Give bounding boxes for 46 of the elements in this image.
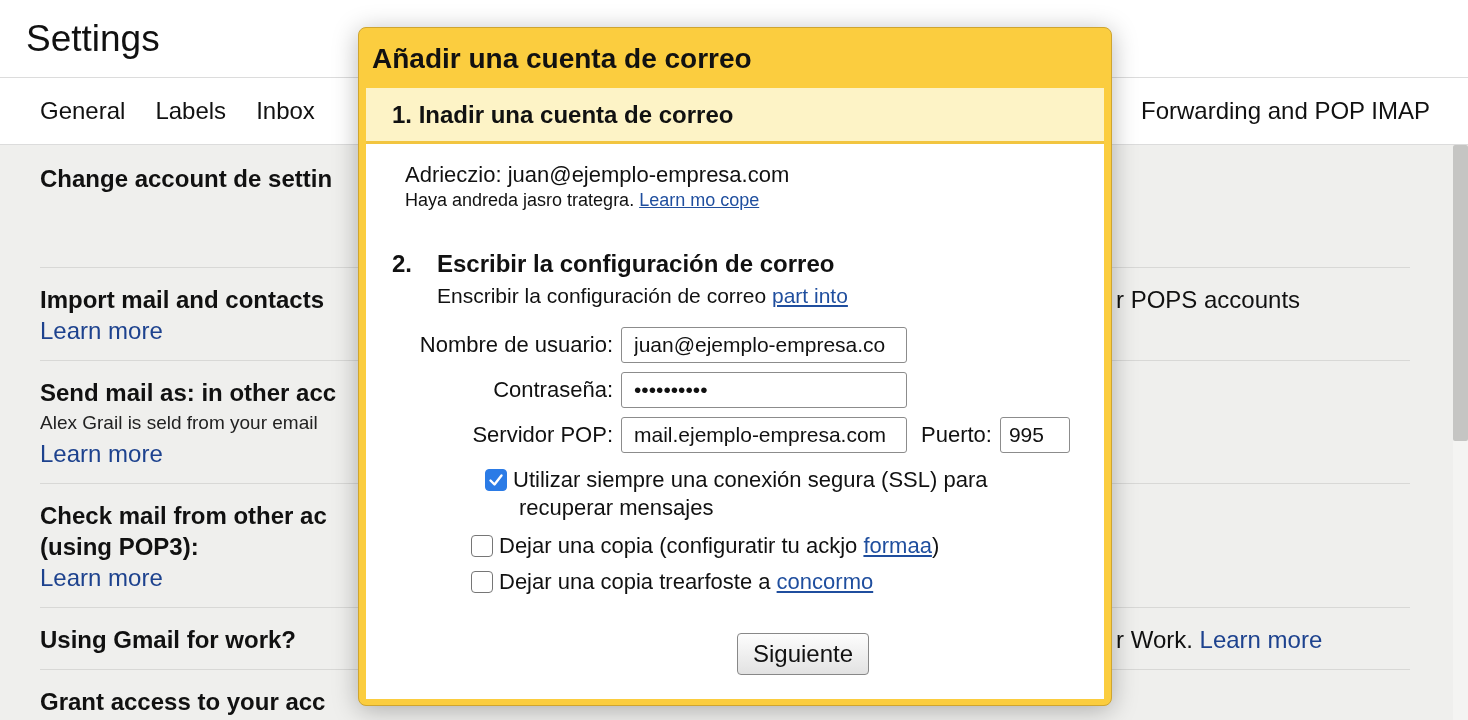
- settings-tab[interactable]: Inbox: [256, 95, 315, 127]
- port-field[interactable]: 995: [999, 417, 1070, 453]
- setting-value: r POPS accounts: [1116, 286, 1301, 313]
- page-title: Settings: [26, 16, 160, 61]
- setting-heading: Send mail as: in other acc: [40, 378, 337, 408]
- field-label: Puerto:: [921, 421, 992, 449]
- settings-tab[interactable]: Labels: [155, 95, 227, 127]
- setting-heading: Import mail and contacts: [40, 285, 325, 315]
- field-label: Servidor POP:: [472, 421, 613, 449]
- option-label: Utilizar siempre una conexión segura (SSL) para recuperar mensajes: [513, 466, 989, 522]
- checkbox[interactable]: [485, 469, 507, 491]
- input-field[interactable]: mail.ejemplo-empresa.com: [621, 417, 907, 453]
- input-field[interactable]: ••••••••••: [621, 372, 907, 408]
- checkbox[interactable]: [471, 535, 493, 557]
- settings-tab[interactable]: General: [40, 95, 126, 127]
- setting-description: Alex Grail is seld from your email: [40, 411, 318, 435]
- checkmark-icon: [488, 472, 504, 488]
- address-note: Haya andreda jasro trategra. Learn mo cope: [405, 189, 760, 211]
- learn-more-link[interactable]: Learn more: [40, 315, 163, 346]
- option-link[interactable]: formaa: [863, 533, 932, 558]
- step-heading: 1. Inadir una cuenta de correo: [366, 88, 1104, 144]
- step-number: 2.: [392, 249, 413, 279]
- learn-more-link[interactable]: Learn more: [40, 562, 163, 593]
- setting-heading: Change account de settin: [40, 164, 333, 194]
- learn-more-link[interactable]: Learn more: [40, 438, 163, 469]
- field-label: Nombre de usuario:: [419, 331, 613, 359]
- setting-heading: Check mail from other ac (using POP3):: [40, 501, 327, 562]
- dialog-title: Añadir una cuenta de correo: [371, 42, 753, 76]
- scrollbar-thumb[interactable]: [1453, 145, 1468, 441]
- option-label: Dejar una copia (configuratir tu ackjo formaa): [499, 532, 940, 560]
- checkbox[interactable]: [471, 571, 493, 593]
- address-text: Adrieczio: juan@ejemplo-empresa.com: [405, 162, 790, 188]
- learn-more-link[interactable]: Learn mo cope: [639, 190, 760, 210]
- setting-heading: Grant access to your acc: [40, 687, 326, 717]
- step-description: Enscribir la configuración de correo part into: [437, 283, 848, 309]
- option-label: Dejar una copia trearfoste a concormo: [499, 568, 874, 596]
- learn-more-link[interactable]: Learn more: [1199, 626, 1323, 653]
- setting-value: r Work. Learn more: [1116, 626, 1323, 653]
- input-field[interactable]: juan@ejemplo-empresa.co: [621, 327, 907, 363]
- field-label: Contraseña:: [493, 376, 613, 404]
- next-button[interactable]: Siguiente: [737, 633, 870, 675]
- step-heading: Escribir la configuración de correo: [437, 249, 835, 279]
- settings-tab[interactable]: Forwarding and POP IMAP: [1140, 95, 1430, 127]
- help-link[interactable]: part into: [772, 284, 848, 307]
- option-link[interactable]: concormo: [776, 569, 874, 594]
- setting-heading: Using Gmail for work?: [40, 625, 297, 655]
